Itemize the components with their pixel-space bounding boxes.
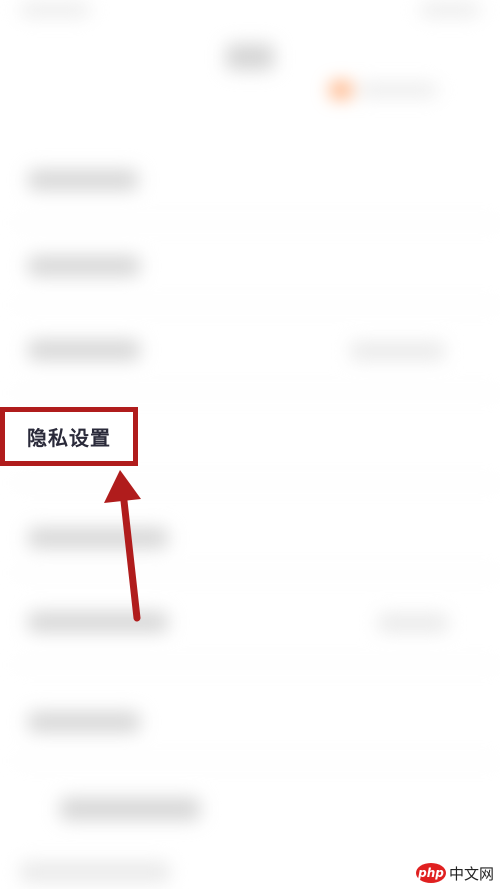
arrow-up-icon [104, 470, 141, 622]
php-logo-icon: php [415, 863, 446, 883]
php-watermark: php 中文网 [415, 861, 494, 885]
watermark-text: 中文网 [448, 864, 494, 883]
